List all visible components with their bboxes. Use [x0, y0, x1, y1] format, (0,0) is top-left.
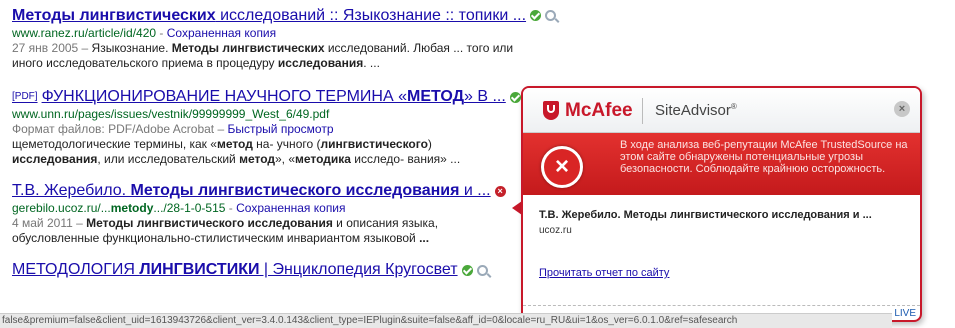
product-name: SiteAdvisor®: [655, 102, 737, 119]
check-safe-icon[interactable]: [509, 91, 521, 103]
magnifier-icon[interactable]: [476, 264, 488, 276]
warning-text: В ходе анализа веб-репутации McAfee Trus…: [620, 139, 908, 175]
header-divider: [642, 98, 643, 124]
result-title-link[interactable]: [PDF] ФУНКЦИОНИРОВАНИЕ НАУЧНОГО ТЕРМИНА «…: [12, 87, 532, 107]
cache-link[interactable]: Сохраненная копия: [167, 26, 276, 40]
result-url: gerebilo.ucoz.ru/...metody.../28-1-0-515: [12, 201, 226, 216]
result-snippet: щеметодологические термины, как «метод н…: [12, 137, 432, 152]
result-title-link[interactable]: МЕТОДОЛОГИЯ ЛИНГВИСТИКИ | Энциклопедия К…: [12, 260, 532, 280]
cache-link[interactable]: Сохраненная копия: [236, 201, 345, 215]
search-result-3: Т.В. Жеребило. Методы лингвистического и…: [12, 181, 532, 246]
result-snippet: 4 май 2011 – Методы лингвистического исс…: [12, 216, 439, 231]
result-snippet-line2: обусловленные функционально-стилистическ…: [12, 231, 430, 246]
status-bar: false&premium=false&client_uid=161394372…: [0, 313, 892, 328]
popup-header: McAfee SiteAdvisor® ×: [523, 88, 920, 133]
close-icon[interactable]: ×: [894, 101, 910, 117]
danger-x-icon: ×: [541, 146, 583, 188]
live-label: LIVE: [894, 308, 916, 319]
site-domain: ucoz.ru: [539, 225, 572, 236]
search-result-2: [PDF] ФУНКЦИОНИРОВАНИЕ НАУЧНОГО ТЕРМИНА «…: [12, 87, 532, 167]
result-title-link[interactable]: Т.В. Жеребило. Методы лингвистического и…: [12, 181, 532, 201]
pdf-tag: [PDF]: [12, 91, 38, 102]
mcafee-shield-icon: [543, 101, 559, 120]
result-title-link[interactable]: Методы лингвистических исследований :: Я…: [12, 6, 557, 26]
check-safe-icon[interactable]: [461, 264, 473, 276]
danger-x-icon[interactable]: ×: [494, 185, 506, 197]
result-url: www.ranez.ru/article/id/420: [12, 26, 157, 40]
result-snippet: 27 янв 2005 – Языкознание. Методы лингви…: [12, 41, 514, 55]
read-report-link[interactable]: Прочитать отчет по сайту: [539, 267, 669, 279]
result-snippet-line2: исследования, или исследовательский мето…: [12, 152, 461, 167]
result-snippet-line2: иного исследовательского приема в процед…: [12, 56, 380, 70]
result-url: www.unn.ru/pages/issues/vestnik/99999999…: [12, 107, 330, 122]
file-format: Формат файлов: PDF/Adobe Acrobat –: [12, 122, 225, 137]
quick-view-link[interactable]: Быстрый просмотр: [227, 122, 333, 136]
warning-banner: × В ходе анализа веб-репутации McAfee Tr…: [523, 133, 920, 195]
check-safe-icon[interactable]: [530, 10, 542, 22]
search-result-1: Методы лингвистических исследований :: Я…: [12, 6, 557, 71]
magnifier-icon[interactable]: [545, 10, 557, 22]
site-title: Т.В. Жеребило. Методы лингвистического и…: [539, 209, 872, 221]
mcafee-logo: McAfee: [565, 100, 633, 121]
search-results: Методы лингвистических исследований :: Я…: [12, 6, 557, 290]
mcafee-siteadvisor-popup: McAfee SiteAdvisor® × × В ходе анализа в…: [521, 86, 922, 322]
search-result-4: МЕТОДОЛОГИЯ ЛИНГВИСТИКИ | Энциклопедия К…: [12, 260, 532, 280]
